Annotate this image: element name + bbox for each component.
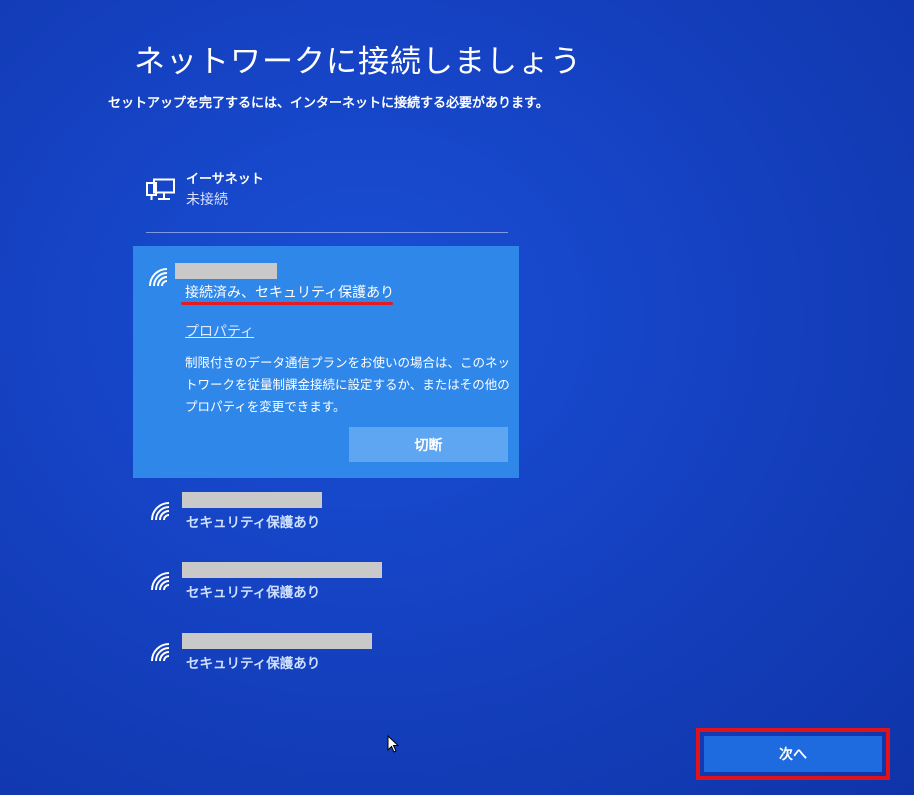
- page-title: ネットワークに接続しましょう: [134, 44, 582, 80]
- network-item[interactable]: セキュリティ保護あり: [146, 492, 506, 538]
- ethernet-icon: [146, 178, 175, 200]
- network-description: 制限付きのデータ通信プランをお使いの場合は、このネットワークを従量制課金接続に設…: [185, 355, 511, 414]
- network-item[interactable]: セキュリティ保護あり: [146, 562, 506, 608]
- page-subtitle: セットアップを完了するには、インターネットに接続する必要があります。: [108, 96, 549, 111]
- network-status: セキュリティ保護あり: [186, 515, 321, 531]
- properties-link[interactable]: プロパティ: [185, 321, 254, 341]
- wifi-icon: [151, 643, 170, 662]
- next-button-highlight: 次へ: [696, 728, 890, 780]
- wifi-icon: [151, 502, 170, 521]
- ethernet-name: イーサネット: [186, 172, 264, 187]
- disconnect-button[interactable]: 切断: [349, 427, 508, 462]
- wifi-icon: [149, 268, 168, 287]
- redacted-network-name: [182, 633, 372, 649]
- mouse-cursor-icon: [387, 735, 399, 753]
- wifi-icon: [151, 572, 170, 591]
- redacted-network-name: [182, 562, 382, 578]
- redacted-network-name: [175, 263, 277, 279]
- divider: [146, 232, 508, 233]
- network-status: 接続済み、セキュリティ保護あり: [185, 285, 395, 301]
- ethernet-status: 未接続: [186, 192, 228, 208]
- ethernet-item[interactable]: イーサネット 未接続: [146, 166, 506, 210]
- highlight-underline: [181, 302, 393, 305]
- next-button[interactable]: 次へ: [704, 736, 882, 772]
- network-status: セキュリティ保護あり: [186, 656, 321, 672]
- network-status: セキュリティ保護あり: [186, 585, 321, 601]
- selected-network-card[interactable]: 接続済み、セキュリティ保護あり プロパティ 制限付きのデータ通信プランをお使いの…: [133, 246, 519, 478]
- redacted-network-name: [182, 492, 322, 508]
- network-item[interactable]: セキュリティ保護あり: [146, 633, 506, 679]
